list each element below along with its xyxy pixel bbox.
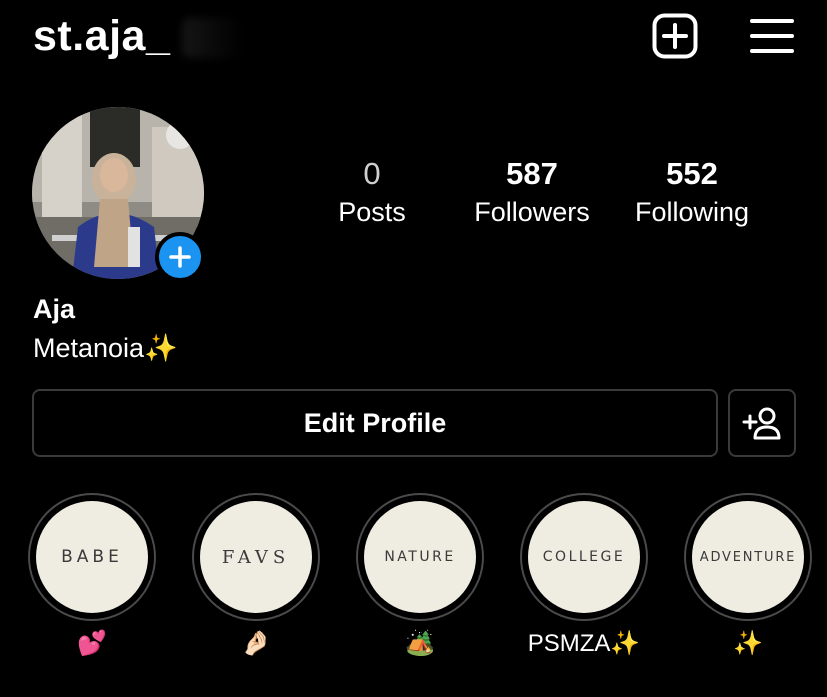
bio-text: Metanoia✨ — [33, 333, 178, 363]
edit-profile-label: Edit Profile — [303, 407, 447, 438]
posts-label: Posts — [338, 197, 406, 227]
highlight-cover: FAVS — [200, 501, 312, 613]
highlight-cover: NATURE — [364, 501, 476, 613]
highlight-ring: FAVS — [192, 493, 320, 621]
highlight-nature[interactable]: NATURE 🏕️ — [356, 493, 484, 663]
highlight-label: PSMZA✨ — [527, 630, 641, 657]
discover-people-button[interactable] — [728, 389, 796, 457]
profile-page: st.aja_ 0 Posts 587 Followers 552 Follow… — [0, 0, 827, 697]
highlight-cover: COLLEGE — [528, 501, 640, 613]
display-name: Aja — [33, 294, 76, 324]
highlight-ring: BABE — [28, 493, 156, 621]
followers-stat[interactable]: 587 Followers — [452, 156, 612, 232]
highlight-label: ✨ — [733, 630, 763, 657]
username-title[interactable]: st.aja_ — [33, 12, 170, 61]
posts-stat[interactable]: 0 Posts — [292, 156, 452, 232]
add-person-icon — [742, 407, 781, 440]
highlight-college[interactable]: COLLEGE PSMZA✨ — [520, 493, 648, 663]
highlight-babe[interactable]: BABE 💕 — [28, 493, 156, 663]
plus-square-icon — [652, 13, 698, 59]
highlight-adventure[interactable]: ADVENTURE ✨ — [684, 493, 812, 663]
highlight-label: 💕 — [77, 630, 107, 657]
new-post-button[interactable] — [652, 13, 698, 59]
following-stat[interactable]: 552 Following — [612, 156, 772, 232]
menu-button[interactable] — [750, 16, 794, 56]
plus-circle-icon — [169, 246, 191, 268]
followers-label: Followers — [474, 197, 590, 227]
highlight-ring: ADVENTURE — [684, 493, 812, 621]
highlight-ring: NATURE — [356, 493, 484, 621]
username-redaction — [182, 18, 242, 58]
highlight-ring: COLLEGE — [520, 493, 648, 621]
hamburger-menu-icon — [750, 19, 794, 53]
highlight-label: 🏕️ — [405, 630, 435, 657]
followers-count: 587 — [506, 156, 558, 191]
following-count: 552 — [666, 156, 718, 191]
highlight-favs[interactable]: FAVS 🤌🏻 — [192, 493, 320, 663]
add-story-button[interactable] — [155, 232, 205, 282]
posts-count: 0 — [363, 156, 381, 191]
following-label: Following — [634, 197, 750, 227]
highlight-cover: ADVENTURE — [692, 501, 804, 613]
highlight-cover: BABE — [36, 501, 148, 613]
highlight-label: 🤌🏻 — [241, 630, 271, 657]
edit-profile-button[interactable]: Edit Profile — [32, 389, 718, 457]
